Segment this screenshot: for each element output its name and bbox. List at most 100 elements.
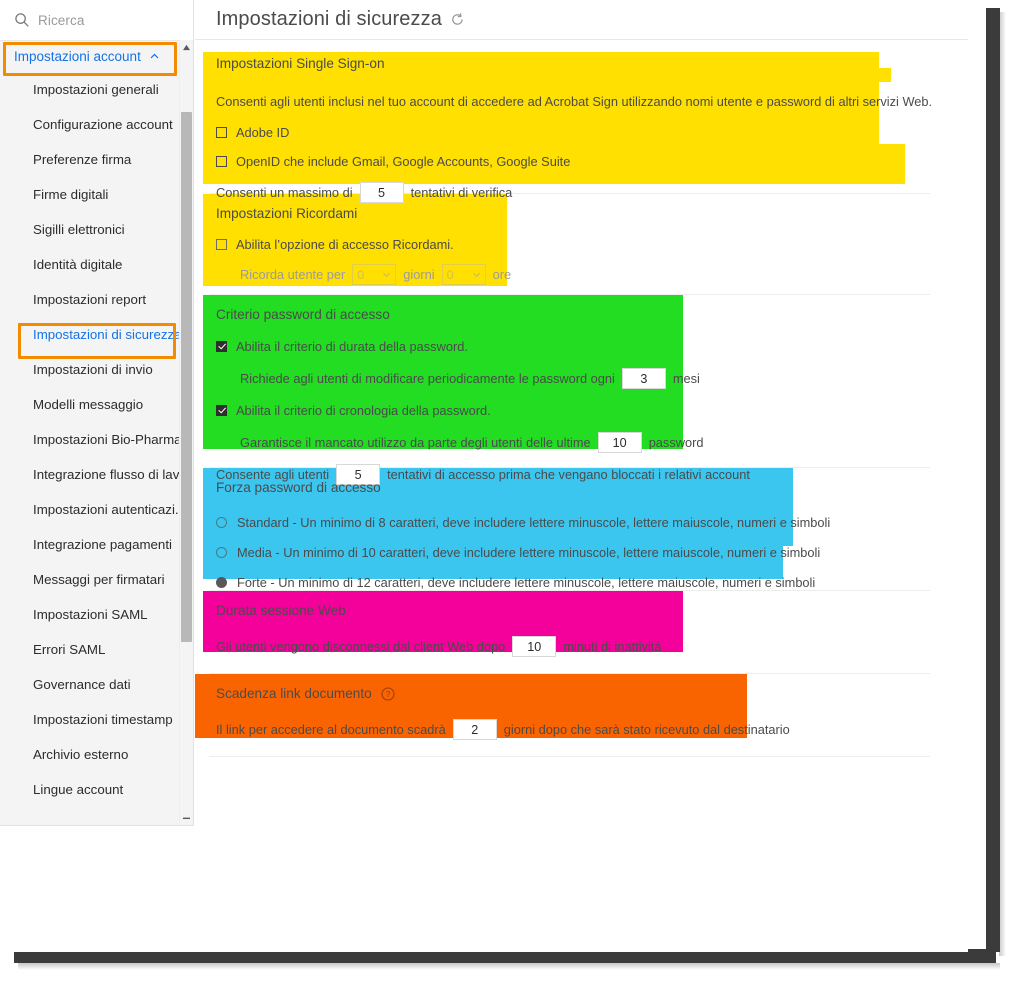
strength-section-title: Forza password di accesso [216,480,381,495]
sidebar-item-label: Modelli messaggio [33,397,144,412]
sidebar-item-label: Impostazioni autenticazi... [33,502,186,517]
checkbox-password-history[interactable] [216,405,227,416]
policy-history-prefix: Garantisce il mancato utilizzo da parte … [240,435,591,450]
page-header: Impostazioni di sicurezza [195,0,968,40]
strength-option-forte-label: Forte - Un minimo di 12 caratteri, deve … [237,575,816,590]
sidebar-item-21[interactable]: Lingue account [0,772,180,807]
sidebar-item-label: Preferenze firma [33,152,132,167]
session-timeout-input[interactable]: 10 [512,636,557,657]
svg-text:?: ? [385,689,390,699]
sidebar-item-label: Sigilli elettronici [33,222,125,237]
help-circle-icon[interactable]: ? [381,686,395,701]
checkbox-password-duration[interactable] [216,341,227,352]
sidebar-item-18[interactable]: Governance dati [0,667,180,702]
search-icon [15,13,29,27]
strength-option-media[interactable]: Media - Un minimo di 10 caratteri, deve … [216,540,968,565]
sidebar-item-15[interactable]: Messaggi per firmatari [0,562,180,597]
remember-enable-row[interactable]: Abilita l’opzione di accesso Ricordami. [216,232,968,257]
sidebar-item-19[interactable]: Impostazioni timestamp [0,702,180,737]
policy-change-row: Richiede agli utenti di modificare perio… [216,366,968,391]
sso-section-title: Impostazioni Single Sign-on [216,56,385,71]
sso-checkbox-adobe-id-label: Adobe ID [236,125,290,140]
sidebar-item-10[interactable]: Modelli messaggio [0,387,180,422]
radio-media[interactable] [216,547,227,558]
settings-sections: Impostazioni Single Sign-on Consenti agl… [195,40,968,757]
sidebar-item-1[interactable]: Impostazioni generali [0,72,180,107]
sidebar-nav-scroll: Impostazioni account Impostazioni genera… [0,40,194,825]
sidebar-item-label: Impostazioni timestamp [33,712,173,727]
remember-section-title: Impostazioni Ricordami [216,206,358,221]
session-timeout-row: Gli utenti vengono disconnessi dal clien… [216,634,968,659]
sidebar-item-16[interactable]: Impostazioni SAML [0,597,180,632]
sidebar-group-account[interactable]: Impostazioni account [0,40,180,72]
strength-option-standard-label: Standard - Un minimo di 8 caratteri, dev… [237,515,831,530]
remember-duration-row: Ricorda utente per 0 giorni 0 ore [216,262,968,287]
divider-6 [209,756,930,757]
sidebar-item-8[interactable]: Impostazioni di sicurezza [0,317,182,352]
scroll-up-icon[interactable] [180,40,193,54]
chevron-down-icon [383,272,391,278]
section-password-policy: Criterio password di accesso Abilita il … [195,295,968,485]
sidebar-item-7[interactable]: Impostazioni report [0,282,180,317]
policy-duration-row[interactable]: Abilita il criterio di durata della pass… [216,334,968,359]
search-placeholder: Ricerca [38,12,85,28]
strength-option-media-label: Media - Un minimo di 10 caratteri, deve … [237,545,821,560]
section-single-sign-on: Impostazioni Single Sign-on Consenti agl… [195,52,968,203]
remember-days-select[interactable]: 0 [352,264,397,285]
remember-days-value: 0 [357,267,365,282]
policy-history-input[interactable]: 10 [597,432,642,453]
sidebar-item-9[interactable]: Impostazioni di invio [0,352,180,387]
sidebar-item-label: Firme digitali [33,187,109,202]
checkbox-adobe-id[interactable] [216,127,227,138]
search-box[interactable]: Ricerca [0,0,193,41]
policy-change-suffix: mesi [672,371,700,386]
doclink-section-title-row: Scadenza link documento ? [216,674,968,707]
session-timeout-prefix: Gli utenti vengono disconnessi dal clien… [216,639,506,654]
sidebar-item-6[interactable]: Identità digitale [0,247,180,282]
window-frame: Ricerca Impostazioni account Impostazion… [0,0,1010,983]
sidebar-item-3[interactable]: Preferenze firma [0,142,180,177]
sidebar-item-13[interactable]: Impostazioni autenticazi... [0,492,186,527]
sso-checkbox-openid[interactable]: OpenID che include Gmail, Google Account… [216,149,968,174]
sidebar-item-12[interactable]: Integrazione flusso di lav... [0,457,189,492]
doclink-section-title: Scadenza link documento [216,686,372,701]
sidebar-item-label: Impostazioni di sicurezza [33,327,182,342]
checkbox-enable-remember-me[interactable] [216,239,227,250]
refresh-icon[interactable] [450,12,465,27]
sidebar-item-14[interactable]: Integrazione pagamenti [0,527,180,562]
section-password-strength: Forza password di accesso Standard - Un … [195,468,968,590]
sidebar-item-2[interactable]: Configurazione account [0,107,180,142]
section-web-session: Durata sessione Web Gli utenti vengono d… [195,591,968,673]
doclink-expiry-row: Il link per accedere al documento scadrà… [216,717,968,742]
scrollbar-thumb[interactable] [181,112,192,642]
sso-checkbox-openid-label: OpenID che include Gmail, Google Account… [236,154,571,169]
doclink-expiry-input[interactable]: 2 [452,719,497,740]
remember-enable-label: Abilita l’opzione di accesso Ricordami. [236,237,454,252]
sidebar-item-label: Impostazioni SAML [33,607,148,622]
sidebar-item-4[interactable]: Firme digitali [0,177,180,212]
sidebar-item-17[interactable]: Errori SAML [0,632,180,667]
session-timeout-suffix: minuti di inattività [563,639,662,654]
sso-description: Consenti agli utenti inclusi nel tuo acc… [216,94,933,109]
radio-forte[interactable] [216,577,227,588]
policy-change-input[interactable]: 3 [621,368,666,389]
sidebar-item-11[interactable]: Impostazioni Bio-Pharma [0,422,182,457]
policy-history-row[interactable]: Abilita il criterio di cronologia della … [216,398,968,423]
main-content: Impostazioni di sicurezza Impostazioni S… [195,0,968,952]
remember-hours-select[interactable]: 0 [441,264,486,285]
sidebar-item-20[interactable]: Archivio esterno [0,737,180,772]
sidebar-item-label: Lingue account [33,782,124,797]
strength-option-standard[interactable]: Standard - Un minimo di 8 caratteri, dev… [216,510,968,535]
sidebar-item-5[interactable]: Sigilli elettronici [0,212,180,247]
application-root: Ricerca Impostazioni account Impostazion… [0,0,968,952]
scroll-down-icon[interactable] [180,811,193,825]
section-document-link: Scadenza link documento ? Il link per ac… [195,674,968,756]
radio-standard[interactable] [216,517,227,528]
sidebar-item-label: Impostazioni report [33,292,147,307]
sso-checkbox-adobe-id[interactable]: Adobe ID [216,120,968,145]
window-border-right [986,8,1000,952]
checkbox-openid[interactable] [216,156,227,167]
policy-section-title: Criterio password di accesso [216,307,390,322]
sidebar-item-label: Integrazione pagamenti [33,537,172,552]
sidebar-scrollbar[interactable] [179,40,192,825]
